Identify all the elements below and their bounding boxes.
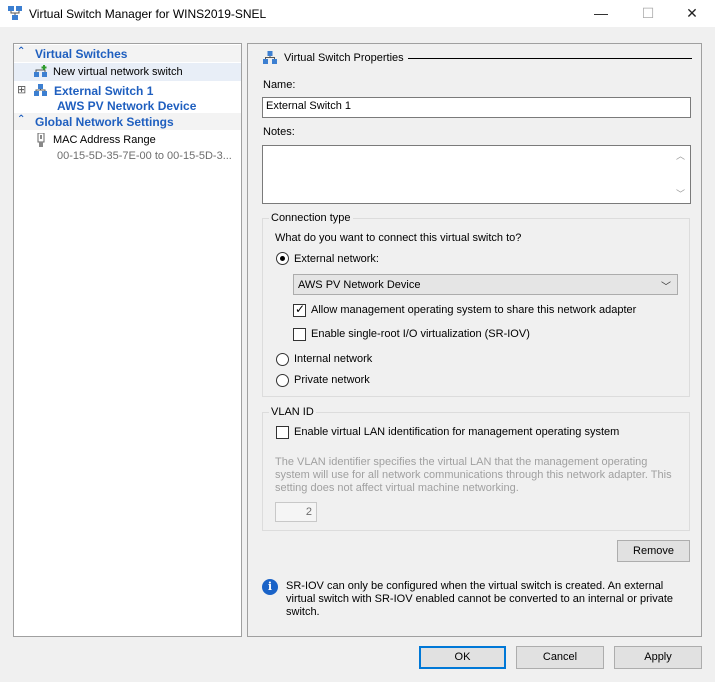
mac-address-range-item[interactable]: MAC Address Range 00-15-5D-35-7E-00 to 0…: [14, 132, 241, 166]
connection-type-group: Connection type What do you want to conn…: [262, 212, 690, 397]
virtual-switch-app-icon: [8, 6, 22, 20]
info-icon: i: [262, 579, 278, 595]
external-switch-name: External Switch 1: [54, 84, 154, 98]
switch-navigation-pane: ⌃ Virtual Switches New virtual network s…: [13, 43, 242, 637]
sriov-info-text: SR-IOV can only be configured when the v…: [286, 580, 674, 618]
switch-properties-pane: Virtual Switch Properties Name: External…: [247, 43, 702, 637]
name-input[interactable]: External Switch 1: [262, 97, 691, 118]
external-network-radio[interactable]: [276, 252, 289, 265]
virtual-switches-header[interactable]: ⌃ Virtual Switches: [14, 45, 241, 62]
external-switch-device: AWS PV Network Device: [57, 99, 197, 113]
enable-vlan-label[interactable]: Enable virtual LAN identification for ma…: [294, 426, 619, 438]
internal-network-radio[interactable]: [276, 353, 289, 366]
collapse-chevron-icon[interactable]: ⌃: [17, 114, 25, 125]
notes-scrollbar[interactable]: ︿ ﹀: [673, 146, 690, 203]
global-network-settings-header[interactable]: ⌃ Global Network Settings: [14, 113, 241, 130]
network-adapter-icon: [37, 133, 45, 147]
allow-management-checkbox[interactable]: [293, 302, 306, 317]
notes-label: Notes:: [263, 126, 295, 138]
maximize-button: ☐: [641, 5, 655, 21]
chevron-down-icon: ﹀: [661, 282, 671, 293]
switch-icon: [34, 84, 47, 96]
window-title: Virtual Switch Manager for WINS2019-SNEL: [29, 7, 267, 21]
internal-network-label[interactable]: Internal network: [294, 353, 372, 365]
sriov-label[interactable]: Enable single-root I/O virtualization (S…: [311, 328, 530, 340]
vlan-id-group: VLAN ID Enable virtual LAN identificatio…: [262, 406, 690, 531]
close-button[interactable]: ✕: [669, 0, 715, 27]
notes-input[interactable]: ︿ ﹀: [262, 145, 691, 204]
vlan-id-title: VLAN ID: [269, 406, 316, 418]
network-adapter-dropdown[interactable]: AWS PV Network Device ﹀: [293, 274, 678, 295]
minimize-button[interactable]: —: [578, 0, 624, 27]
private-network-label[interactable]: Private network: [294, 374, 370, 386]
ok-button[interactable]: OK: [419, 646, 506, 669]
name-label: Name:: [263, 79, 296, 91]
cancel-button[interactable]: Cancel: [516, 646, 604, 669]
scroll-up-icon[interactable]: ︿: [676, 149, 685, 162]
scroll-down-icon[interactable]: ﹀: [676, 187, 685, 200]
new-switch-icon: [34, 65, 47, 77]
connection-question: What do you want to connect this virtual…: [275, 232, 522, 244]
private-network-radio[interactable]: [276, 374, 289, 387]
remove-button[interactable]: Remove: [617, 540, 690, 562]
collapse-chevron-icon[interactable]: ⌃: [17, 46, 25, 57]
section-title: Virtual Switch Properties: [284, 52, 404, 64]
title-bar: Virtual Switch Manager for WINS2019-SNEL…: [0, 0, 715, 27]
sriov-checkbox[interactable]: [293, 328, 306, 341]
vlan-description: The VLAN identifier specifies the virtua…: [275, 456, 672, 494]
expand-icon[interactable]: ⊞: [17, 83, 26, 96]
external-switch-item[interactable]: ⊞ External Switch 1 AWS PV Network Devic…: [14, 82, 241, 116]
switch-properties-icon: [263, 51, 277, 64]
new-switch-label: New virtual network switch: [53, 66, 183, 78]
external-network-label[interactable]: External network:: [294, 253, 379, 265]
mac-range-label: MAC Address Range: [53, 134, 156, 146]
enable-vlan-checkbox[interactable]: [276, 426, 289, 439]
vlan-id-input: 2: [275, 502, 317, 522]
connection-type-title: Connection type: [269, 212, 353, 224]
mac-range-value: 00-15-5D-35-7E-00 to 00-15-5D-3...: [57, 150, 232, 162]
section-divider: [408, 58, 692, 59]
new-virtual-switch-item[interactable]: New virtual network switch: [14, 63, 241, 81]
apply-button[interactable]: Apply: [614, 646, 702, 669]
allow-management-label[interactable]: Allow management operating system to sha…: [311, 304, 636, 316]
